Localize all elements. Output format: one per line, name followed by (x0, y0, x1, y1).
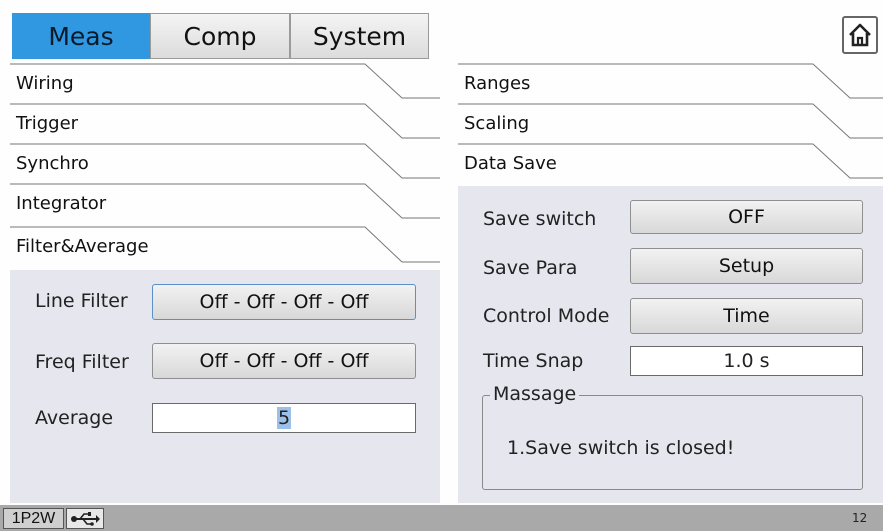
message-title: Massage (490, 383, 580, 405)
save-switch-label: Save switch (483, 208, 597, 230)
tab-comp-label: Comp (183, 21, 257, 51)
tab-integrator-label: Integrator (16, 192, 107, 214)
time-snap-value: 1.0 s (723, 350, 770, 372)
time-snap-input[interactable]: 1.0 s (630, 346, 863, 376)
tab-filter-average[interactable]: Filter&Average (10, 226, 440, 266)
line-filter-label: Line Filter (35, 290, 128, 312)
freq-filter-value: Off - Off - Off - Off (199, 350, 369, 372)
tab-ranges[interactable]: Ranges (458, 63, 883, 103)
control-mode-button[interactable]: Time (630, 298, 863, 334)
usb-indicator (66, 508, 104, 529)
save-para-button[interactable]: Setup (630, 248, 863, 284)
tab-ranges-label: Ranges (464, 72, 531, 94)
tab-outline (10, 63, 440, 99)
save-para-value: Setup (718, 255, 775, 277)
time-snap-label: Time Snap (483, 350, 584, 372)
home-button[interactable] (842, 16, 878, 54)
tab-synchro[interactable]: Synchro (10, 143, 440, 183)
tab-scaling-label: Scaling (464, 112, 530, 134)
average-label: Average (35, 407, 114, 429)
wiring-mode-badge: 1P2W (3, 508, 64, 529)
message-text: 1.Save switch is closed! (507, 437, 735, 459)
tab-wiring-label: Wiring (16, 72, 74, 94)
tab-filter-average-label: Filter&Average (16, 235, 149, 257)
save-switch-button[interactable]: OFF (630, 200, 863, 234)
tab-data-save[interactable]: Data Save (458, 143, 883, 183)
save-para-label: Save Para (483, 257, 578, 279)
tab-data-save-label: Data Save (464, 152, 557, 174)
tab-system[interactable]: System (290, 13, 429, 59)
tab-trigger[interactable]: Trigger (10, 103, 440, 143)
line-filter-button[interactable]: Off - Off - Off - Off (152, 284, 416, 320)
control-mode-value: Time (723, 305, 770, 327)
tab-scaling[interactable]: Scaling (458, 103, 883, 143)
line-filter-value: Off - Off - Off - Off (199, 291, 369, 313)
tab-integrator[interactable]: Integrator (10, 183, 440, 223)
average-input[interactable]: 5 (152, 403, 416, 433)
average-value: 5 (276, 407, 292, 429)
page-number: 12 (852, 511, 868, 525)
tab-synchro-label: Synchro (16, 152, 89, 174)
save-switch-value: OFF (728, 206, 765, 228)
tab-wiring[interactable]: Wiring (10, 63, 440, 103)
usb-icon (71, 511, 100, 526)
home-icon (849, 23, 871, 47)
tab-meas[interactable]: Meas (12, 13, 150, 59)
freq-filter-button[interactable]: Off - Off - Off - Off (152, 343, 416, 379)
control-mode-label: Control Mode (483, 305, 610, 327)
tab-trigger-label: Trigger (16, 112, 79, 134)
tab-system-label: System (312, 21, 407, 51)
tab-comp[interactable]: Comp (150, 13, 290, 59)
status-bar (0, 505, 883, 531)
tab-meas-label: Meas (48, 21, 114, 51)
freq-filter-label: Freq Filter (35, 351, 129, 373)
